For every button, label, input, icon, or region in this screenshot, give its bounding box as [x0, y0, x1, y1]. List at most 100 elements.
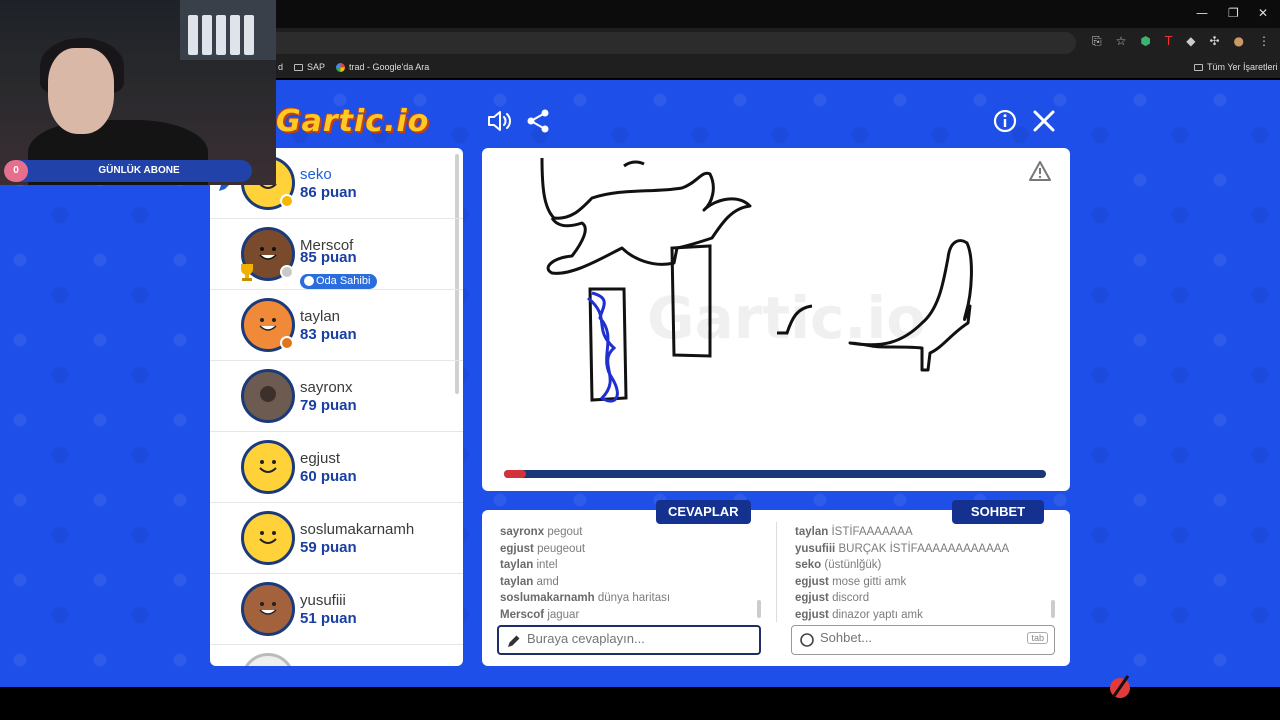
timer-fill [504, 470, 526, 478]
webcam-overlay: 0 GÜNLÜK ABONE [0, 0, 276, 185]
players-panel: seko 86 puan Merscof 85 puan Oda Sahibi … [210, 148, 463, 666]
list-item: Merscof jaguar [500, 608, 580, 621]
player-score: 86 puan [300, 184, 357, 201]
list-item: egjust discord [795, 592, 870, 605]
player-name: egjust [300, 450, 341, 467]
list-item: yusufiii BURÇAK İSTİFAAAAAAAAAAAA [795, 542, 1010, 555]
trophy-icon [241, 264, 253, 281]
answers-list: sayronx pegout egjust peugeout taylan in… [500, 524, 768, 624]
player-row[interactable] [210, 645, 463, 666]
list-item: taylan İSTİFAAAAAAA [795, 526, 913, 538]
status-dot [280, 336, 294, 350]
player-row[interactable]: taylan 83 puan [210, 290, 463, 361]
timer-bar [504, 470, 1046, 478]
bookmark-item[interactable]: SAP [294, 62, 325, 72]
list-item: egjust peugeout [500, 542, 586, 555]
avatar [241, 369, 295, 423]
player-name: taylan [300, 308, 341, 325]
player-score: 51 puan [300, 610, 357, 627]
status-dot [280, 265, 294, 279]
player-score: 79 puan [300, 397, 357, 414]
chat-panel: CEVAPLAR SOHBET sayronx pegout egjust pe… [482, 500, 1070, 666]
minimize-icon[interactable]: — [1196, 6, 1208, 20]
install-icon[interactable]: ⎘ [1092, 34, 1102, 49]
player-name: seko [300, 166, 332, 183]
crown-icon [304, 276, 314, 286]
speaker-icon[interactable] [486, 108, 512, 134]
extension-shield2-icon[interactable]: ◆ [1186, 34, 1195, 49]
list-item: egjust mose gitti amk [795, 575, 907, 588]
folder-icon [294, 63, 303, 71]
bookmark-item[interactable]: trad - Google'da Ara [336, 62, 429, 72]
player-row[interactable]: sayronx 79 puan [210, 361, 463, 432]
player-name: soslumakarnamh [300, 521, 415, 538]
player-score: 85 puan [300, 249, 357, 266]
answers-tab[interactable]: CEVAPLAR [656, 500, 751, 524]
shelf [180, 0, 276, 60]
close-icon[interactable] [1031, 108, 1057, 134]
player-row[interactable]: egjust 60 puan [210, 432, 463, 503]
bookmark-all[interactable]: Tüm Yer İşaretleri [1194, 62, 1278, 72]
player-row[interactable]: yusufiii 51 puan [210, 574, 463, 645]
toolbar-icons: ⎘ ☆ ⬢ T ◆ ✣ ● ⋮ [1092, 34, 1270, 49]
list-item: taylan intel [500, 559, 558, 572]
status-dot [280, 194, 294, 208]
player-row[interactable]: Merscof 85 puan Oda Sahibi [210, 219, 463, 290]
sub-label: GÜNLÜK ABONE [98, 165, 180, 176]
player-name: yusufiii [300, 592, 346, 609]
bookmark-star-icon[interactable]: ☆ [1116, 34, 1127, 49]
player-score: 60 puan [300, 468, 357, 485]
address-bar-row: ⎘ ☆ ⬢ T ◆ ✣ ● ⋮ [276, 28, 1280, 56]
gartic-logo: Gartic.io [276, 104, 430, 139]
avatar [241, 653, 295, 666]
player-score: 59 puan [300, 539, 357, 556]
subscriber-goal-bar: 0 GÜNLÜK ABONE [4, 160, 252, 182]
player-row[interactable]: soslumakarnamh 59 puan [210, 503, 463, 574]
drawing-canvas[interactable]: Gartic.io [482, 148, 1070, 491]
answer-input[interactable] [527, 631, 717, 646]
menu-icon[interactable]: ⋮ [1258, 34, 1270, 49]
info-icon[interactable] [992, 108, 1018, 134]
share-icon[interactable] [525, 108, 551, 134]
list-item: sayronx pegout [500, 526, 583, 538]
list-item: egjust dinazor yaptı amk [795, 608, 923, 621]
chat-bubble-icon [800, 633, 814, 647]
player-score: 83 puan [300, 326, 357, 343]
profile-avatar-icon[interactable]: ● [1234, 34, 1244, 49]
watermark-logo: Gartic.io [647, 284, 926, 352]
list-item: taylan amd [500, 575, 559, 588]
answer-field[interactable] [497, 625, 761, 655]
avatar [241, 440, 295, 494]
tab-hint: tab [1027, 632, 1048, 644]
restore-icon[interactable]: ❐ [1228, 6, 1239, 20]
answers-scrollbar[interactable] [757, 600, 761, 618]
chat-field[interactable]: tab [791, 625, 1055, 655]
address-bar[interactable] [276, 32, 1076, 54]
list-item: seko (üstünlğük) [795, 559, 882, 572]
warning-icon[interactable] [1028, 160, 1052, 182]
extension-tp-icon[interactable]: T [1165, 34, 1172, 49]
avatar [241, 582, 295, 636]
player-name: sayronx [300, 379, 353, 396]
google-icon [336, 62, 345, 72]
chat-scrollbar[interactable] [1051, 600, 1055, 618]
taskbar-strip [0, 687, 1280, 720]
puzzle-icon[interactable]: ✣ [1209, 34, 1219, 49]
stream-logo-icon [1110, 675, 1130, 698]
bookmark-item[interactable]: d [278, 62, 283, 72]
room-owner-badge: Oda Sahibi [300, 274, 378, 289]
folder-icon [1194, 63, 1203, 71]
close-window-icon[interactable]: ✕ [1258, 6, 1268, 20]
bookmarks-bar: d SAP trad - Google'da Ara Tüm Yer İşare… [276, 56, 1280, 78]
extension-shield-icon[interactable]: ⬢ [1140, 34, 1150, 49]
list-item: soslumakarnamh dünya haritası [500, 592, 671, 605]
chat-list: taylan İSTİFAAAAAAA yusufiii BURÇAK İSTİ… [795, 524, 1063, 624]
sub-count: 0 [4, 160, 28, 182]
chat-tab[interactable]: SOHBET [952, 500, 1044, 524]
streamer-head [48, 48, 114, 134]
pencil-icon [508, 635, 520, 647]
drawing: Gartic.io [540, 157, 973, 403]
avatar [241, 511, 295, 565]
chat-input[interactable] [820, 630, 1010, 645]
divider [776, 522, 777, 622]
